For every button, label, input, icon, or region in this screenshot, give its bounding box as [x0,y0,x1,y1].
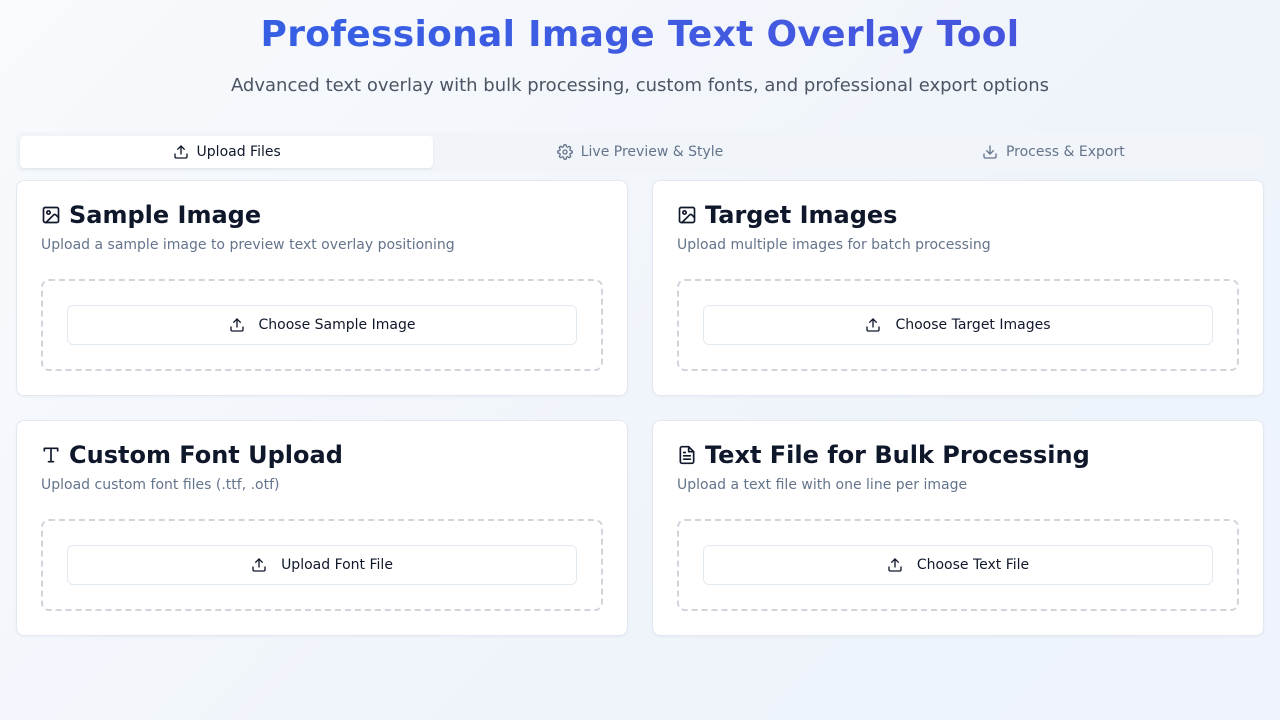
card-title: Custom Font Upload [69,441,343,469]
page-title: Professional Image Text Overlay Tool [0,14,1280,55]
custom-font-dropzone[interactable]: Upload Font File [41,519,603,611]
target-images-dropzone[interactable]: Choose Target Images [677,279,1239,371]
tab-list: Upload Files Live Preview & Style Proces… [16,132,1264,172]
sample-image-dropzone[interactable]: Choose Sample Image [41,279,603,371]
sample-image-card: Sample Image Upload a sample image to pr… [16,180,628,396]
card-title: Sample Image [69,201,262,229]
card-header: Target Images [677,201,897,229]
tab-label: Live Preview & Style [580,144,724,160]
tab-live-preview-style[interactable]: Live Preview & Style [433,136,846,168]
card-title: Target Images [705,201,898,229]
card-title: Text File for Bulk Processing [705,441,1090,469]
card-description: Upload a sample image to preview text ov… [41,237,455,253]
upload-icon [866,318,881,332]
choose-text-file-button[interactable]: Choose Text File [703,545,1213,585]
upload-font-file-button[interactable]: Upload Font File [67,545,577,585]
tab-process-export[interactable]: Process & Export [847,136,1260,168]
card-header: Text File for Bulk Processing [677,441,1090,469]
choose-sample-image-button[interactable]: Choose Sample Image [67,305,577,345]
custom-font-card: Custom Font Upload Upload custom font fi… [16,420,628,636]
button-label: Choose Text File [916,557,1030,573]
tab-label: Upload Files [196,144,281,160]
card-header: Custom Font Upload [41,441,343,469]
image-icon [678,206,696,224]
page-subtitle: Advanced text overlay with bulk processi… [230,75,1050,96]
button-label: Choose Sample Image [258,317,416,333]
card-description: Upload multiple images for batch process… [677,237,991,253]
text-file-dropzone[interactable]: Choose Text File [677,519,1239,611]
image-icon [42,206,60,224]
card-description: Upload a text file with one line per ima… [677,477,968,493]
type-icon [43,447,59,463]
download-icon [983,145,997,159]
tab-upload-files[interactable]: Upload Files [20,136,434,168]
button-label: Choose Target Images [895,317,1051,333]
file-text-icon [679,445,695,465]
upload-icon [888,558,902,572]
upload-icon [173,145,188,159]
button-label: Upload Font File [281,557,393,573]
target-images-card: Target Images Upload multiple images for… [652,180,1264,396]
upload-icon [252,558,266,572]
gear-icon [556,144,573,160]
text-file-card: Text File for Bulk Processing Upload a t… [652,420,1264,636]
card-header: Sample Image [41,201,261,229]
choose-target-images-button[interactable]: Choose Target Images [703,305,1213,345]
tab-label: Process & Export [1005,144,1125,160]
upload-icon [229,318,244,332]
card-description: Upload custom font files (.ttf, .otf) [41,477,280,493]
